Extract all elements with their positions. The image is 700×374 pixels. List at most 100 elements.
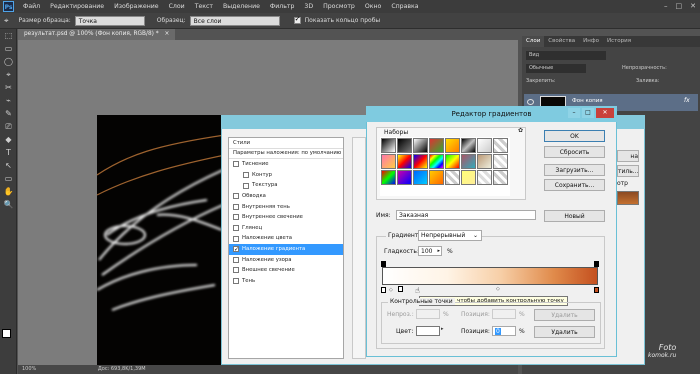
reset-button[interactable]: Сбросить [544, 146, 605, 158]
style-item-satin[interactable]: Глянец [229, 223, 343, 234]
style-checkbox[interactable] [243, 172, 249, 179]
dialog-minimize-icon[interactable]: – [568, 108, 580, 118]
preset-swatch[interactable] [477, 170, 492, 185]
style-item-pattern-overlay[interactable]: Наложение узора [229, 255, 343, 266]
color-swatch[interactable] [416, 326, 440, 336]
style-checkbox[interactable] [233, 203, 239, 210]
color-swatch-arrow-icon[interactable]: ▸ [441, 326, 444, 332]
style-checkbox[interactable] [233, 235, 239, 242]
opacity-location-field[interactable] [492, 309, 516, 319]
style-item-texture[interactable]: Текстура [229, 180, 343, 191]
menu-view[interactable]: Просмотр [318, 3, 360, 10]
tab-history[interactable]: История [603, 36, 635, 47]
marquee-icon[interactable]: ⬚ [0, 29, 17, 42]
blend-mode-select[interactable]: Обычные [526, 64, 586, 73]
preset-swatch[interactable] [493, 154, 508, 169]
preset-swatch[interactable] [397, 138, 412, 153]
preset-swatch[interactable] [493, 138, 508, 153]
style-item-outer-glow[interactable]: Внешнее свечение [229, 265, 343, 276]
preset-swatch[interactable] [477, 154, 492, 169]
style-checkbox-checked[interactable]: ✓ [233, 246, 239, 253]
rect-select-icon[interactable]: ▭ [0, 42, 17, 55]
color-stop-selected[interactable] [398, 286, 403, 292]
color-midpoint-marker[interactable]: ◇ [496, 286, 500, 292]
foreground-color-swatch[interactable] [2, 329, 11, 338]
style-checkbox[interactable] [233, 225, 239, 232]
hand-icon[interactable]: ✋ [0, 185, 17, 198]
menu-3d[interactable]: 3D [299, 3, 318, 10]
preset-swatch[interactable] [381, 138, 396, 153]
style-new-style-button[interactable]: на [617, 150, 639, 162]
preset-swatch[interactable] [381, 170, 396, 185]
color-stop-right[interactable] [594, 287, 599, 293]
layer-filter[interactable]: Вид [526, 51, 606, 60]
style-item-color-overlay[interactable]: Наложение цвета [229, 233, 343, 244]
dialog-close-icon[interactable]: ✕ [596, 108, 614, 118]
preset-swatch[interactable] [429, 154, 444, 169]
style-item-stroke[interactable]: Обводка [229, 191, 343, 202]
smoothness-field[interactable]: 100 ▸ [418, 246, 442, 256]
preset-swatch[interactable] [413, 170, 428, 185]
style-save-style-button[interactable]: тиль... [617, 165, 639, 177]
style-checkbox[interactable] [233, 161, 239, 168]
preset-swatch[interactable] [429, 138, 444, 153]
show-ring-checkbox[interactable] [293, 15, 301, 24]
zoom-level[interactable]: 100% [22, 366, 36, 372]
gradient-type-select[interactable]: Непрерывный ⌄ [418, 230, 482, 241]
menu-type[interactable]: Текст [190, 3, 218, 10]
style-item-inner-shadow[interactable]: Внутренняя тень [229, 202, 343, 213]
preset-swatch[interactable] [397, 154, 412, 169]
preset-swatch[interactable] [477, 138, 492, 153]
preset-swatch[interactable] [445, 138, 460, 153]
color-midpoint-marker[interactable]: ◇ [389, 287, 393, 293]
menu-file[interactable]: Файл [18, 3, 45, 10]
style-item-styles[interactable]: Стили [229, 138, 343, 149]
style-item-bevel[interactable]: Тиснение [229, 159, 343, 170]
pen-icon[interactable]: ◆ [0, 133, 17, 146]
opacity-stop-field[interactable] [416, 309, 440, 319]
minimize-icon[interactable]: – [664, 2, 668, 10]
maximize-icon[interactable]: □ [676, 2, 683, 10]
menu-window[interactable]: Окно [360, 3, 386, 10]
sample-select[interactable]: Все слои [189, 15, 280, 26]
preset-swatch[interactable] [397, 170, 412, 185]
eyedropper-tool-icon[interactable]: ⌖ [0, 68, 17, 81]
save-button[interactable]: Сохранить... [544, 179, 605, 191]
style-checkbox[interactable] [233, 267, 239, 274]
type-icon[interactable]: T [0, 146, 17, 159]
style-checkbox[interactable] [243, 182, 249, 189]
stamp-icon[interactable]: ⎚ [0, 120, 17, 133]
preset-swatch[interactable] [445, 154, 460, 169]
menu-layers[interactable]: Слои [164, 3, 190, 10]
style-item-drop-shadow[interactable]: Тень [229, 276, 343, 287]
color-location-field[interactable]: 0 [492, 326, 516, 336]
document-close-icon[interactable]: × [165, 31, 170, 37]
preset-swatch[interactable] [413, 154, 428, 169]
menu-select[interactable]: Выделение [218, 3, 265, 10]
ok-button[interactable]: OK [544, 130, 605, 142]
dialog-maximize-icon[interactable]: □ [582, 108, 594, 118]
document-tab[interactable]: результат.psd @ 100% (Фон копия, RGB/8) … [18, 29, 176, 40]
delete-opacity-stop-button[interactable]: Удалить [534, 309, 595, 321]
preset-swatch[interactable] [445, 170, 460, 185]
menu-image[interactable]: Изображение [109, 3, 164, 10]
preset-swatch[interactable] [493, 170, 508, 185]
style-checkbox[interactable] [233, 256, 239, 263]
tab-properties[interactable]: Свойства [544, 36, 579, 47]
preset-swatch[interactable] [461, 170, 476, 185]
menu-edit[interactable]: Редактирование [45, 3, 109, 10]
name-field[interactable]: Заказная [396, 210, 536, 220]
preset-swatch[interactable] [429, 170, 444, 185]
lasso-icon[interactable]: ◯ [0, 55, 17, 68]
delete-color-stop-button[interactable]: Удалить [534, 326, 595, 338]
style-checkbox[interactable] [233, 193, 239, 200]
tab-info[interactable]: Инфо [579, 36, 603, 47]
color-stop-left[interactable] [381, 287, 386, 293]
shape-icon[interactable]: ▭ [0, 172, 17, 185]
sample-size-select[interactable]: Точка [74, 15, 145, 26]
preset-swatch[interactable] [461, 138, 476, 153]
preset-swatch[interactable] [381, 154, 396, 169]
preset-swatch[interactable] [461, 154, 476, 169]
brush-icon[interactable]: ✎ [0, 107, 17, 120]
load-button[interactable]: Загрузить... [544, 164, 605, 176]
